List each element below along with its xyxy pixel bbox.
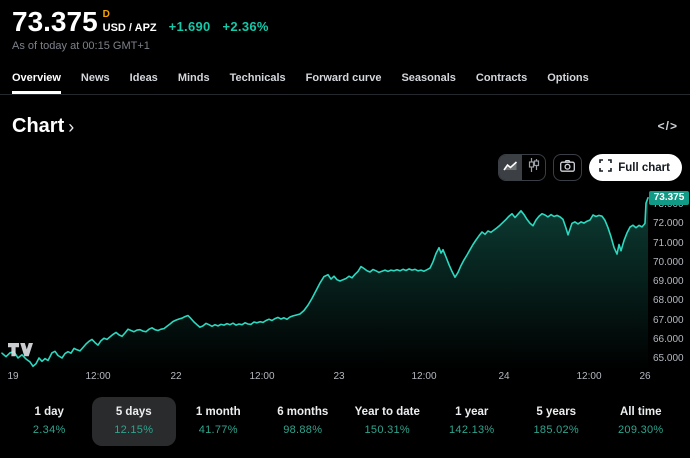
range-percent: 142.13% — [430, 424, 515, 436]
range-percent: 2.34% — [7, 424, 92, 436]
range-label: 6 months — [261, 406, 346, 418]
price-chart-area: 73.000 72.000 71.000 70.000 69.000 68.00… — [0, 188, 690, 386]
embed-code-icon[interactable]: </> — [658, 119, 678, 133]
chart-section-title: Chart — [12, 115, 64, 138]
range-percent: 185.02% — [514, 424, 599, 436]
last-price: 73.375 — [12, 8, 98, 36]
price-scale-tick: 69.000 — [653, 277, 684, 287]
range-label: 1 year — [430, 406, 515, 418]
range-label: 1 month — [176, 406, 261, 418]
tab-contracts[interactable]: Contracts — [476, 66, 527, 94]
range-label: All time — [599, 406, 684, 418]
nav-tabs: Overview News Ideas Minds Technicals For… — [0, 66, 690, 95]
tab-forward-curve[interactable]: Forward curve — [306, 66, 382, 94]
tab-overview[interactable]: Overview — [12, 66, 61, 94]
candles-chart-style-button[interactable] — [522, 155, 545, 180]
screenshot-button[interactable] — [553, 154, 582, 181]
price-scale-tick: 71.000 — [653, 239, 684, 249]
range-1-day[interactable]: 1 day 2.34% — [7, 397, 92, 446]
symbol-overview-widget: 73.375 D USD / APZ +1.690 +2.36% As of t… — [0, 0, 690, 458]
chart-style-segmented-control — [498, 154, 546, 181]
as-of-timestamp: As of today at 00:15 GMT+1 — [12, 40, 150, 52]
tab-options[interactable]: Options — [547, 66, 589, 94]
range-label: Year to date — [345, 406, 430, 418]
time-scale[interactable]: 19 12:00 22 12:00 23 12:00 24 12:00 26 — [0, 371, 648, 385]
range-all-time[interactable]: All time 209.30% — [599, 397, 684, 446]
price-scale-tick: 70.000 — [653, 258, 684, 268]
chart-toolbar: Full chart — [498, 154, 682, 181]
fullscreen-icon — [599, 159, 612, 177]
tradingview-logo[interactable] — [8, 343, 33, 364]
range-5-days[interactable]: 5 days 12.15% — [92, 397, 177, 446]
range-6-months[interactable]: 6 months 98.88% — [261, 397, 346, 446]
range-percent: 150.31% — [345, 424, 430, 436]
chevron-right-icon: › — [68, 117, 74, 138]
change-percent: +2.36% — [223, 19, 269, 34]
time-scale-tick: 12:00 — [576, 371, 601, 382]
range-1-year[interactable]: 1 year 142.13% — [430, 397, 515, 446]
price-scale-tick: 67.000 — [653, 316, 684, 326]
area-chart-style-button[interactable] — [499, 155, 522, 180]
price-change: +1.690 +2.36% — [169, 19, 269, 36]
time-scale-tick: 12:00 — [249, 371, 274, 382]
range-selector: 1 day 2.34% 5 days 12.15% 1 month 41.77%… — [7, 397, 683, 446]
range-5-years[interactable]: 5 years 185.02% — [514, 397, 599, 446]
tab-ideas[interactable]: Ideas — [130, 66, 158, 94]
time-scale-tick: 23 — [333, 371, 344, 382]
area-chart-icon — [503, 159, 518, 177]
candlestick-icon — [528, 158, 540, 177]
full-chart-label: Full chart — [618, 162, 670, 174]
tab-seasonals[interactable]: Seasonals — [401, 66, 455, 94]
range-label: 5 years — [514, 406, 599, 418]
range-label: 1 day — [7, 406, 92, 418]
price-chart[interactable] — [0, 188, 648, 372]
time-scale-tick: 12:00 — [411, 371, 436, 382]
price-scale-tick: 72.000 — [653, 219, 684, 229]
symbol-name: USD / APZ — [103, 23, 157, 36]
range-percent: 12.15% — [92, 424, 177, 436]
time-scale-tick: 22 — [170, 371, 181, 382]
price-scale-tick: 65.000 — [653, 354, 684, 364]
quote-header: 73.375 D USD / APZ +1.690 +2.36% — [12, 8, 269, 36]
price-scale-tick: 68.000 — [653, 296, 684, 306]
range-year-to-date[interactable]: Year to date 150.31% — [345, 397, 430, 446]
time-scale-tick: 12:00 — [85, 371, 110, 382]
range-percent: 41.77% — [176, 424, 261, 436]
time-scale-tick: 19 — [7, 371, 18, 382]
price-scale[interactable]: 73.000 72.000 71.000 70.000 69.000 68.00… — [648, 188, 690, 372]
time-scale-tick: 24 — [498, 371, 509, 382]
chart-section-link[interactable]: Chart › — [12, 115, 74, 138]
range-percent: 209.30% — [599, 424, 684, 436]
interval-badge: D — [103, 10, 157, 20]
tab-news[interactable]: News — [81, 66, 110, 94]
tab-minds[interactable]: Minds — [178, 66, 210, 94]
last-price-badge: 73.375 — [649, 191, 689, 205]
range-percent: 98.88% — [261, 424, 346, 436]
change-absolute: +1.690 — [169, 19, 211, 34]
time-scale-tick: 26 — [639, 371, 650, 382]
camera-icon — [560, 159, 575, 177]
range-label: 5 days — [92, 406, 177, 418]
price-scale-tick: 66.000 — [653, 335, 684, 345]
tab-technicals[interactable]: Technicals — [230, 66, 286, 94]
range-1-month[interactable]: 1 month 41.77% — [176, 397, 261, 446]
full-chart-button[interactable]: Full chart — [589, 154, 682, 181]
